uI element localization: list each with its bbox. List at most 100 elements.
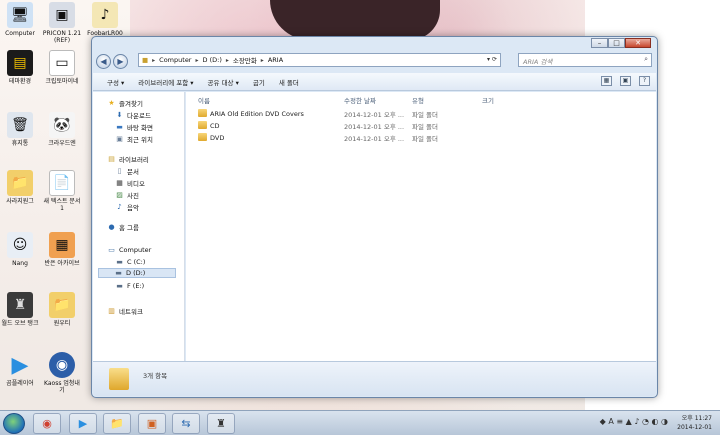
nav-network[interactable]: ▥ 네트워크	[107, 306, 143, 316]
organize-menu[interactable]: 구성 ▾	[107, 77, 124, 87]
archive-icon: ▦	[49, 232, 75, 258]
desktop-icon-pricon[interactable]: ▣ PRICON 1.21 (REF)	[42, 2, 82, 44]
start-button[interactable]	[3, 413, 25, 434]
desktop-icon-computer[interactable]: 🖥 Computer	[0, 2, 40, 37]
share-with-menu[interactable]: 공유 대상 ▾	[208, 77, 239, 87]
desktop-icon: ▬	[116, 123, 123, 131]
file-row[interactable]: DVD 2014-12-01 오후 ... 파일 폴더	[186, 132, 586, 143]
address-bar[interactable]: ■ ▸ Computer ▸ D (D:) ▸ 소장만화 ▸ ARIA ▾ ⟳	[138, 53, 501, 67]
nav-pictures[interactable]: ▨ 사진	[115, 190, 139, 200]
search-placeholder: ARIA 검색	[523, 58, 553, 66]
search-icon[interactable]: ⌕	[644, 55, 648, 64]
column-header-date[interactable]: 수정한 날짜	[344, 95, 376, 105]
breadcrumb-aria[interactable]: ARIA	[268, 56, 283, 64]
file-name: CD	[210, 121, 220, 130]
file-row[interactable]: ARIA Old Edition DVD Covers 2014-12-01 오…	[186, 108, 586, 119]
desktop-icon-foobar[interactable]: ♪ FoobarLR00	[85, 2, 125, 37]
desktop-icon-crowd[interactable]: 🐼 크라우드엔	[42, 112, 82, 147]
taskbar-network[interactable]: ⇆	[172, 413, 200, 434]
breadcrumb-collection[interactable]: 소장만화	[233, 55, 257, 65]
maximize-button[interactable]: □	[608, 38, 625, 48]
taskbar-explorer[interactable]: 📁	[103, 413, 131, 434]
nav-label: 홈 그룹	[119, 224, 140, 232]
nav-label: F (E:)	[127, 282, 145, 290]
desktop-icon-archive[interactable]: ▦ 반은 아카이브	[42, 232, 82, 267]
panda-icon: 🐼	[49, 112, 75, 138]
column-header-name[interactable]: 이름	[198, 95, 210, 105]
desktop-icon-world-of-tanks[interactable]: ♜ 월드 오브 탱크	[0, 292, 40, 327]
taskbar-gom-player[interactable]: ▶	[69, 413, 97, 434]
file-row[interactable]: CD 2014-12-01 오후 ... 파일 폴더	[186, 120, 586, 131]
desktop-icon-label: 사라지원그	[6, 198, 34, 205]
minimize-button[interactable]: –	[591, 38, 608, 48]
download-icon: ⬇	[116, 111, 123, 119]
drive-icon: ▬	[116, 282, 123, 290]
nav-drive-f[interactable]: ▬ F (E:)	[115, 282, 144, 290]
view-options-icon[interactable]: ▦	[601, 76, 612, 86]
include-in-library-menu[interactable]: 라이브러리에 포함 ▾	[138, 77, 193, 87]
system-tray[interactable]: ◆ A ≡ ▲ ♪ ◔ ◐ ◑	[600, 417, 668, 426]
nav-label: 라이브러리	[119, 156, 149, 164]
close-button[interactable]: ✕	[625, 38, 651, 48]
file-list[interactable]: 이름 수정한 날짜 유형 크기 ARIA Old Edition DVD Cov…	[186, 92, 656, 362]
nav-libraries[interactable]: ▤ 라이브러리	[107, 154, 149, 164]
column-header-type[interactable]: 유형	[412, 95, 424, 105]
play-icon: ▶	[11, 352, 29, 378]
nav-computer[interactable]: ▭ Computer	[107, 246, 151, 254]
new-folder-button[interactable]: 새 폴더	[279, 77, 299, 87]
desktop-icon-document[interactable]: ▭ 크립토마이네	[42, 50, 82, 85]
nav-label: 최근 위치	[127, 136, 153, 144]
desktop-icon-folder[interactable]: 📁 사라지원그	[0, 170, 40, 205]
desktop-icon-label: Kaoss 엄청내기	[44, 380, 80, 394]
desktop-icon-label: 새 텍스트 문서 1	[43, 198, 81, 212]
tray-icons[interactable]: ◆ A ≡ ▲ ♪ ◔ ◐ ◑	[600, 417, 668, 426]
video-icon: ▦	[116, 179, 123, 187]
breadcrumb-drive-d[interactable]: D (D:)	[203, 56, 222, 64]
desktop-icon-folder-2[interactable]: 📁 원우티	[42, 292, 82, 327]
preview-pane-icon[interactable]: ▣	[620, 76, 631, 86]
taskbar-media[interactable]: ▣	[138, 413, 166, 434]
network-icon: ▥	[108, 307, 115, 315]
help-icon[interactable]: ?	[639, 76, 650, 86]
desktop-icon-kaoss[interactable]: ◉ Kaoss 엄청내기	[42, 352, 82, 394]
documents-icon: ▯	[117, 167, 122, 175]
breadcrumb-separator: ▸	[260, 56, 264, 64]
desktop-icon-theme[interactable]: ▤ 테마환경	[0, 50, 40, 85]
desktop-icon-gom-player[interactable]: ▶ 곰플레이어	[0, 352, 40, 387]
nav-videos[interactable]: ▦ 비디오	[115, 178, 145, 188]
folder-icon	[198, 109, 207, 117]
caption-buttons: – □ ✕	[591, 38, 651, 48]
address-controls[interactable]: ▾ ⟳	[487, 56, 497, 63]
computer-icon: 🖥	[7, 2, 33, 28]
forward-button[interactable]: ▶	[113, 53, 128, 69]
desktop-icon-label: 크라우드엔	[48, 140, 76, 147]
column-header-size[interactable]: 크기	[482, 95, 494, 105]
taskbar-world-of-tanks[interactable]: ♜	[207, 413, 235, 434]
nav-desktop[interactable]: ▬ 바탕 화면	[115, 122, 153, 132]
nav-homegroup[interactable]: ● 홈 그룹	[107, 222, 139, 232]
clock[interactable]: 오후 11:27 2014-12-01	[677, 414, 712, 432]
breadcrumb-computer[interactable]: Computer	[159, 56, 191, 64]
burn-button[interactable]: 굽기	[253, 77, 265, 87]
nav-documents[interactable]: ▯ 문서	[115, 166, 139, 176]
breadcrumb-separator: ▸	[195, 56, 199, 64]
nav-music[interactable]: ♪ 음악	[115, 202, 139, 212]
nav-favorites[interactable]: ★ 즐겨찾기	[107, 98, 143, 108]
command-bar: 구성 ▾ 라이브러리에 포함 ▾ 공유 대상 ▾ 굽기 새 폴더 ▦ ▣ ?	[93, 73, 656, 91]
homegroup-icon: ●	[108, 223, 115, 231]
desktop-icon-nang[interactable]: ☺ Nang	[0, 232, 40, 267]
nav-downloads[interactable]: ⬇ 다운로드	[115, 110, 151, 120]
desktop-icon-text-document[interactable]: 📄 새 텍스트 문서 1	[42, 170, 82, 212]
back-button[interactable]: ◀	[96, 53, 111, 69]
search-input[interactable]: ARIA 검색 ⌕	[518, 53, 652, 67]
explorer-window[interactable]: – □ ✕ ◀ ▶ ■ ▸ Computer ▸ D (D:) ▸ 소장만화 ▸…	[91, 36, 658, 398]
taskbar-chrome[interactable]: ◉	[33, 413, 61, 434]
music-icon: ♪	[92, 2, 118, 28]
nav-drive-d[interactable]: ▬ D (D:)	[98, 268, 177, 278]
nav-recent-places[interactable]: ▣ 최근 위치	[115, 134, 153, 144]
file-type: 파일 폴더	[412, 122, 438, 131]
file-date: 2014-12-01 오후 ...	[344, 122, 405, 131]
desktop-icon-recycle-bin[interactable]: 🗑 휴지통	[0, 112, 40, 147]
nav-drive-c[interactable]: ▬ C (C:)	[115, 258, 145, 266]
computer-icon: ▭	[108, 246, 115, 254]
